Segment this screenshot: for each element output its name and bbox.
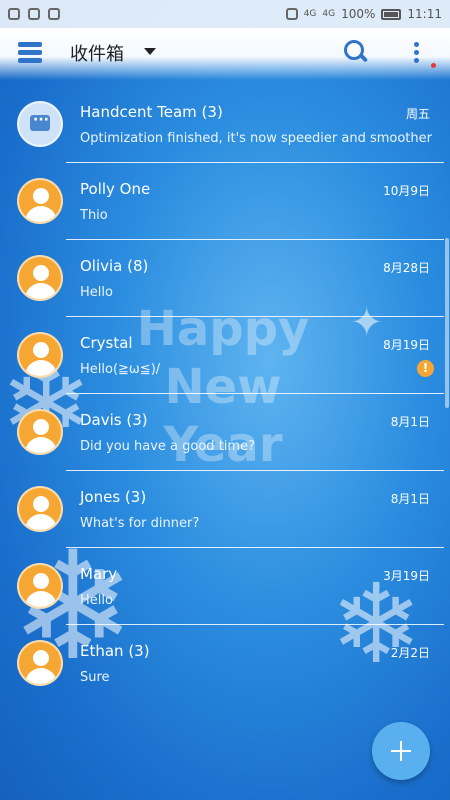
contact-name: Polly One (80, 180, 151, 198)
search-icon[interactable] (344, 40, 369, 63)
divider (66, 316, 444, 317)
message-date: 周五 (405, 107, 430, 121)
chevron-down-icon[interactable] (144, 48, 156, 55)
divider (66, 470, 444, 471)
message-snippet: Sure (80, 670, 110, 685)
message-date: 2月2日 (390, 646, 430, 660)
conversation-row[interactable]: Handcent Team (3) Optimization finished,… (0, 87, 450, 163)
message-snippet: Did you have a good time? (80, 439, 255, 454)
avatar[interactable] (17, 486, 63, 532)
contact-name: Jones (3) (80, 488, 147, 506)
new-message-button[interactable] (372, 722, 430, 780)
more-vert-icon[interactable] (414, 42, 420, 64)
divider (66, 162, 444, 163)
avatar[interactable] (17, 255, 63, 301)
divider (66, 624, 444, 625)
avatar[interactable] (17, 563, 63, 609)
folder-title[interactable]: 收件箱 (70, 40, 124, 66)
contact-name: Olivia (8) (80, 257, 149, 275)
conversation-row[interactable]: Jones (3) What's for dinner? 8月1日 (0, 472, 450, 548)
conversation-row[interactable]: Ethan (3) Sure 2月2日 (0, 626, 450, 702)
notification-dot (431, 63, 436, 68)
app-toolbar: 收件箱 (0, 28, 450, 80)
avatar[interactable] (17, 101, 63, 147)
message-snippet: What's for dinner? (80, 516, 200, 531)
message-date: 10月9日 (383, 184, 430, 198)
avatar[interactable] (17, 178, 63, 224)
message-snippet: Hello (80, 593, 113, 608)
divider (66, 393, 444, 394)
menu-icon[interactable] (18, 42, 42, 64)
conversation-row[interactable]: Crystal Hello(≧ω≦)/ 8月19日 ! (0, 318, 450, 394)
shopping-icon (48, 8, 60, 20)
divider (66, 239, 444, 240)
message-snippet: Hello (80, 285, 113, 300)
message-date: 8月1日 (390, 415, 430, 429)
clock: 11:11 (407, 7, 442, 21)
message-snippet: Thio (80, 208, 108, 223)
status-bar: 4G 4G 100% 11:11 (0, 0, 450, 28)
message-date: 8月28日 (383, 261, 430, 275)
notification-icon (8, 8, 20, 20)
chat-bubble-icon (30, 112, 50, 131)
contact-name: Ethan (3) (80, 642, 150, 660)
message-date: 8月1日 (390, 492, 430, 506)
message-snippet: Hello(≧ω≦)/ (80, 362, 161, 377)
net-4g-label-2: 4G (322, 9, 336, 19)
battery-percent: 100% (341, 7, 376, 21)
contact-name: Mary (80, 565, 118, 583)
conversation-row[interactable]: Polly One Thio 10月9日 (0, 164, 450, 240)
avatar[interactable] (17, 332, 63, 378)
message-date: 3月19日 (383, 569, 430, 583)
contact-name: Davis (3) (80, 411, 148, 429)
avatar[interactable] (17, 640, 63, 686)
conversation-row[interactable]: Mary Hello 3月19日 (0, 549, 450, 625)
plus-icon-bar (391, 750, 411, 752)
warning-icon[interactable]: ! (417, 360, 434, 377)
nfc-icon (285, 8, 298, 20)
conversation-row[interactable]: Olivia (8) Hello 8月28日 (0, 241, 450, 317)
contact-name: Handcent Team (3) (80, 103, 223, 121)
message-date: 8月19日 (383, 338, 430, 352)
avatar[interactable] (17, 409, 63, 455)
conversation-row[interactable]: Davis (3) Did you have a good time? 8月1日 (0, 395, 450, 471)
net-4g-label: 4G (303, 9, 317, 19)
bag-icon (28, 8, 40, 20)
message-snippet: Optimization finished, it's now speedier… (80, 131, 432, 146)
battery-icon (381, 8, 402, 20)
contact-name: Crystal (80, 334, 133, 352)
scrollbar[interactable] (445, 238, 449, 408)
divider (66, 547, 444, 548)
